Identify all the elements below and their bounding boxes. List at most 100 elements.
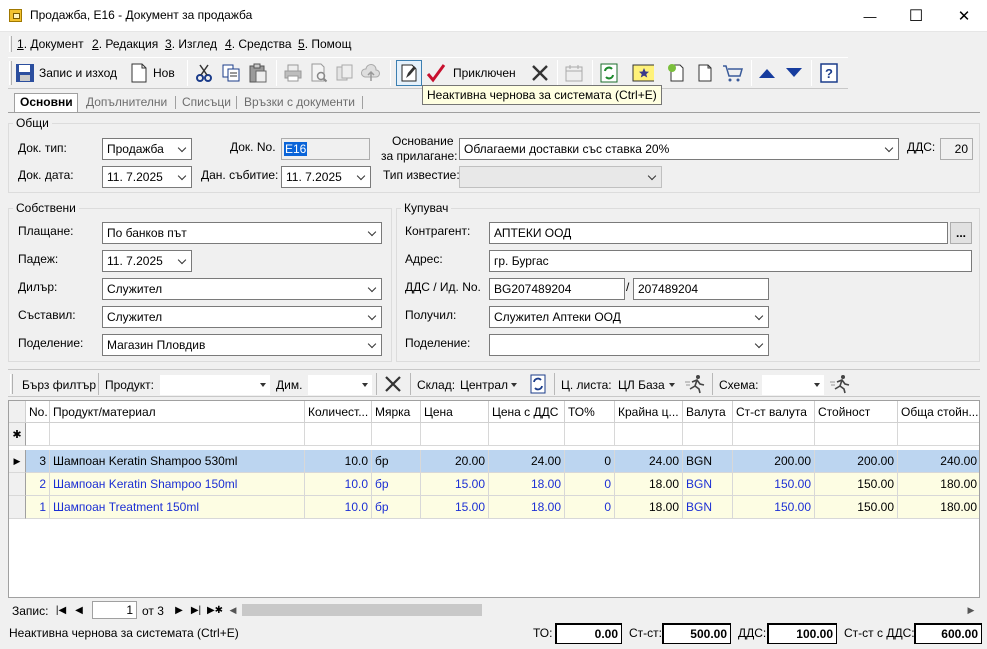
address-field[interactable]: гр. Бургас (489, 250, 972, 272)
scheme-run-button[interactable] (828, 374, 852, 396)
id-number-field[interactable]: 207489204 (633, 278, 769, 300)
scrollbar-thumb[interactable] (242, 604, 482, 616)
scroll-left-icon[interactable]: ◀ (227, 603, 239, 617)
due-date-picker[interactable]: 11. 7.2025 (102, 250, 192, 272)
move-up-button[interactable] (756, 60, 778, 86)
pricelist-run-button[interactable] (683, 374, 707, 396)
cell-price-vat[interactable]: 24.00 (489, 450, 565, 473)
save-exit-button[interactable]: Запис и изход (14, 60, 122, 86)
vat-rate-field[interactable]: 20 (940, 138, 973, 160)
calendar-button[interactable] (562, 60, 586, 86)
menu-document[interactable]: 1. Документ (17, 37, 84, 51)
cell-value[interactable]: 200.00 (815, 450, 898, 473)
composer-select[interactable]: Служител (102, 306, 382, 328)
column-header-discount[interactable]: ТО% (565, 401, 615, 423)
new-row[interactable]: ✱ (9, 423, 979, 446)
column-header-quantity[interactable]: Количест... (305, 401, 372, 423)
column-header-price[interactable]: Цена (421, 401, 489, 423)
column-header-no[interactable]: No. (26, 401, 50, 423)
tab-additional[interactable]: Допълнителни (86, 95, 167, 109)
partner-browse-button[interactable]: ... (950, 222, 972, 244)
cart-button[interactable] (720, 60, 746, 86)
minimize-button[interactable]: — (847, 0, 893, 32)
cell-total[interactable]: 180.00 (898, 496, 979, 519)
cell-final-price[interactable]: 24.00 (615, 450, 683, 473)
attach-button[interactable] (333, 60, 357, 86)
column-header-currency[interactable]: Валута (683, 401, 733, 423)
cut-button[interactable] (192, 60, 216, 86)
print-button[interactable] (281, 60, 305, 86)
cell-currency-value[interactable]: 150.00 (733, 473, 815, 496)
product-filter-select[interactable] (160, 375, 270, 395)
payment-select[interactable]: По банков път (102, 222, 382, 244)
document-button[interactable] (693, 60, 717, 86)
warehouse-filter-select[interactable]: Централ (457, 375, 521, 395)
add-document-button[interactable] (665, 60, 689, 86)
print-preview-button[interactable] (307, 60, 331, 86)
column-header-total[interactable]: Обща стойн... (898, 401, 979, 423)
upload-button[interactable] (359, 60, 383, 86)
own-division-select[interactable]: Магазин Пловдив (102, 334, 382, 356)
column-header-currency-value[interactable]: Ст-ст валута (733, 401, 815, 423)
highlight-button[interactable] (629, 60, 657, 86)
first-record-button[interactable]: |◀ (53, 602, 69, 618)
dim-filter-select[interactable] (308, 375, 372, 395)
cell-no[interactable]: 3 (26, 450, 50, 473)
prev-record-button[interactable]: ◀ (71, 602, 87, 618)
move-down-button[interactable] (783, 60, 805, 86)
cell-price-vat[interactable]: 18.00 (489, 496, 565, 519)
tab-document-links[interactable]: Връзки с документи (244, 95, 355, 109)
cell-discount[interactable]: 0 (565, 473, 615, 496)
column-header-value[interactable]: Стойност (815, 401, 898, 423)
cell-total[interactable]: 180.00 (898, 473, 979, 496)
menu-help[interactable]: 5. Помощ (298, 37, 351, 51)
record-number-input[interactable]: 1 (92, 601, 137, 619)
paste-button[interactable] (246, 60, 270, 86)
pricelist-filter-select[interactable]: ЦЛ База (615, 375, 679, 395)
table-row[interactable]: 1 Шампоан Treatment 150ml 10.0 бр 15.00 … (9, 496, 979, 519)
cell-quantity[interactable]: 10.0 (305, 496, 372, 519)
menu-tools[interactable]: 4. Средства (225, 37, 292, 51)
column-header-final-price[interactable]: Крайна ц... (615, 401, 683, 423)
refresh-button[interactable] (597, 60, 621, 86)
maximize-button[interactable]: ☐ (893, 0, 939, 32)
close-window-button[interactable]: ✕ (941, 0, 987, 32)
cell-discount[interactable]: 0 (565, 450, 615, 473)
cell-currency-value[interactable]: 200.00 (733, 450, 815, 473)
new-record-button[interactable]: ▶✱ (206, 602, 224, 618)
basis-select[interactable]: Облагаеми доставки със ставка 20% (459, 138, 899, 160)
menu-edit[interactable]: 2. Редакция (92, 37, 158, 51)
cell-product[interactable]: Шампоан Keratin Shampoo 530ml (50, 450, 305, 473)
cancel-document-button[interactable] (528, 60, 552, 86)
cell-final-price[interactable]: 18.00 (615, 496, 683, 519)
doc-type-select[interactable]: Продажба (102, 138, 192, 160)
cell-price[interactable]: 15.00 (421, 473, 489, 496)
cell-price-vat[interactable]: 18.00 (489, 473, 565, 496)
cell-no[interactable]: 1 (26, 496, 50, 519)
cell-unit[interactable]: бр (372, 496, 421, 519)
cell-price[interactable]: 20.00 (421, 450, 489, 473)
table-row[interactable]: ▶ 3 Шампоан Keratin Shampoo 530ml 10.0 б… (9, 450, 979, 473)
column-header-product[interactable]: Продукт/материал (50, 401, 305, 423)
cell-currency[interactable]: BGN (683, 450, 733, 473)
cell-value[interactable]: 150.00 (815, 473, 898, 496)
help-button[interactable]: ? (817, 60, 841, 86)
cell-unit[interactable]: бр (372, 473, 421, 496)
tab-lists[interactable]: Списъци (182, 95, 231, 109)
doc-no-field[interactable]: Е16 (281, 138, 370, 160)
receiver-select[interactable]: Служител Аптеки ООД (489, 306, 769, 328)
cell-total[interactable]: 240.00 (898, 450, 979, 473)
cell-currency[interactable]: BGN (683, 473, 733, 496)
last-record-button[interactable]: ▶| (188, 602, 204, 618)
menu-view[interactable]: 3. Изглед (165, 37, 217, 51)
cell-value[interactable]: 150.00 (815, 496, 898, 519)
finish-button[interactable]: Приключен (425, 60, 523, 86)
cell-product[interactable]: Шампоан Keratin Shampoo 150ml (50, 473, 305, 496)
copy-button[interactable] (219, 60, 243, 86)
dealer-select[interactable]: Служител (102, 278, 382, 300)
clear-filter-button[interactable] (382, 374, 404, 396)
column-header-unit[interactable]: Мярка (372, 401, 421, 423)
next-record-button[interactable]: ▶ (172, 602, 186, 618)
doc-date-picker[interactable]: 11. 7.2025 (102, 166, 192, 188)
column-header-price-vat[interactable]: Цена с ДДС (489, 401, 565, 423)
